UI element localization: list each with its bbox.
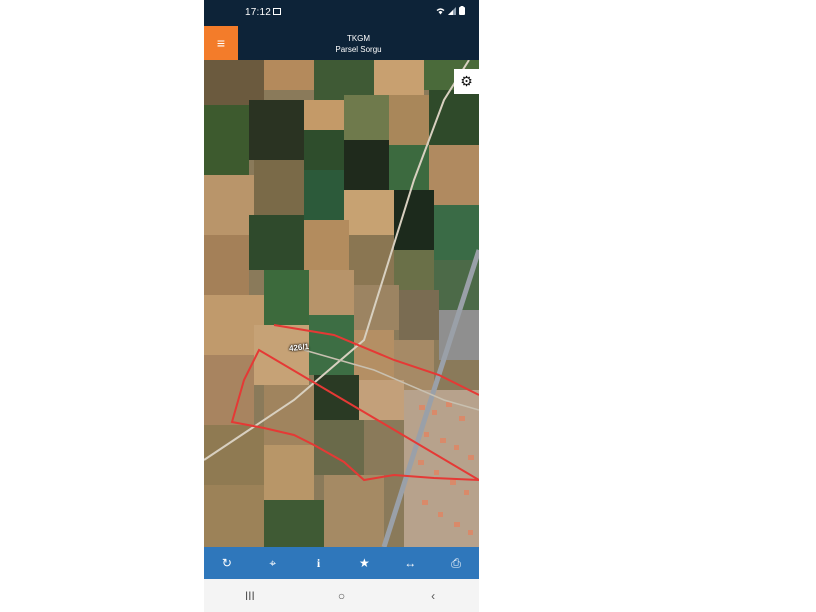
bottom-toolbar: ↻ ⌖ i ★ ↔ ⎙ bbox=[204, 547, 479, 579]
back-icon: ‹ bbox=[431, 588, 436, 603]
gear-icon: ⚙ bbox=[460, 73, 473, 89]
recents-button[interactable]: III bbox=[204, 579, 296, 612]
signal-icon bbox=[448, 6, 456, 15]
recents-icon: III bbox=[244, 588, 255, 603]
title-line-2: Parsel Sorgu bbox=[335, 45, 382, 54]
app-bar: ≡ TKGM Parsel Sorgu bbox=[204, 26, 479, 60]
title-line-1: TKGM bbox=[346, 34, 371, 43]
satellite-map[interactable] bbox=[204, 60, 479, 547]
settings-button[interactable]: ⚙ bbox=[454, 69, 479, 94]
phone-screen: 17:12 ≡ TKGM Parsel Sorgu ⚙ 426/1 ↻ ⌖ i … bbox=[204, 0, 479, 612]
star-icon: ★ bbox=[359, 556, 370, 570]
hamburger-icon: ≡ bbox=[216, 35, 226, 51]
home-button[interactable]: ○ bbox=[296, 579, 388, 612]
battery-icon bbox=[459, 6, 465, 15]
back-button[interactable]: ‹ bbox=[387, 579, 479, 612]
page-title: TKGM Parsel Sorgu bbox=[238, 33, 479, 55]
image-icon bbox=[273, 8, 281, 15]
status-icons bbox=[436, 6, 465, 15]
locate-button[interactable]: ⌖ bbox=[250, 547, 296, 579]
refresh-icon: ↻ bbox=[221, 556, 232, 570]
measure-button[interactable]: ↔ bbox=[387, 547, 433, 579]
locate-icon: ⌖ bbox=[269, 555, 277, 570]
refresh-button[interactable]: ↻ bbox=[204, 547, 250, 579]
map-imagery bbox=[204, 60, 479, 547]
home-icon: ○ bbox=[337, 588, 346, 603]
menu-button[interactable]: ≡ bbox=[204, 26, 238, 60]
status-time: 17:12 bbox=[245, 7, 272, 18]
print-icon: ⎙ bbox=[451, 555, 461, 570]
measure-icon: ↔ bbox=[404, 556, 417, 570]
print-button[interactable]: ⎙ bbox=[433, 547, 479, 579]
info-icon: i bbox=[316, 555, 321, 570]
favorite-button[interactable]: ★ bbox=[341, 547, 387, 579]
wifi-icon bbox=[436, 7, 445, 14]
status-bar: 17:12 bbox=[204, 0, 479, 26]
info-button[interactable]: i bbox=[296, 547, 342, 579]
system-nav-bar: III ○ ‹ bbox=[204, 579, 479, 612]
